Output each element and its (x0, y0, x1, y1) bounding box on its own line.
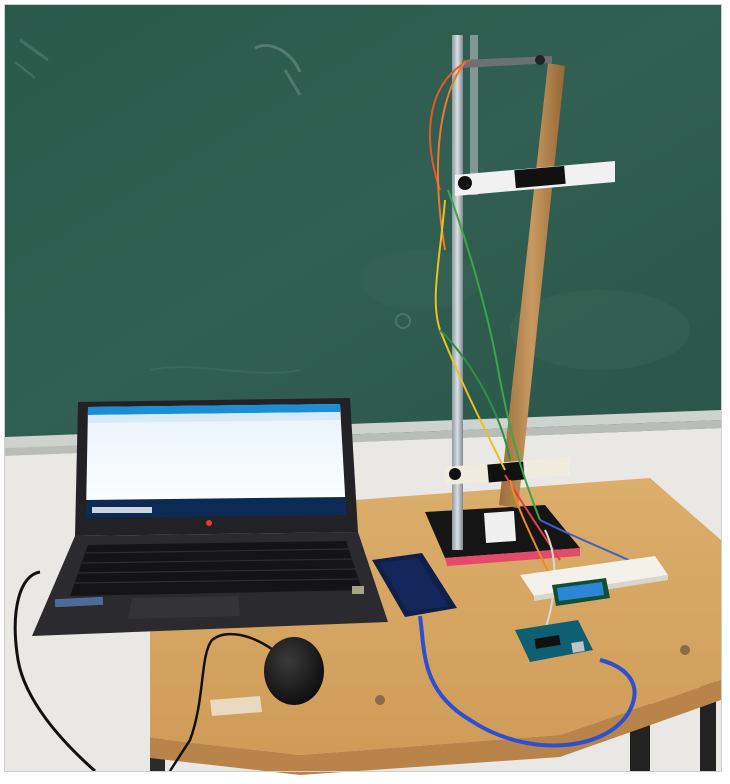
touchpad (128, 596, 240, 619)
camera-led (206, 520, 212, 526)
photo (0, 0, 730, 780)
chalkboard (5, 5, 721, 456)
mouse (264, 637, 324, 705)
laptop (32, 398, 388, 636)
photo-canvas (5, 5, 721, 775)
